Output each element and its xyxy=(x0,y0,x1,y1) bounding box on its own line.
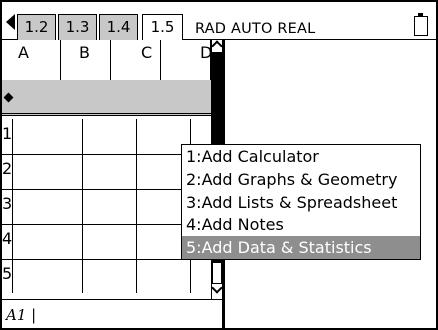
battery-icon xyxy=(414,13,428,36)
column-header-b[interactable]: B xyxy=(61,40,111,80)
column-header-row: A B C D xyxy=(2,40,222,80)
tab-scroll-left-icon[interactable] xyxy=(6,14,15,30)
grid-line xyxy=(12,119,13,293)
column-header-d[interactable]: D xyxy=(161,40,211,80)
menu-item-add-calculator[interactable]: 1:Add Calculator xyxy=(182,145,420,168)
column-header-c[interactable]: C xyxy=(111,40,161,80)
tab-1-3[interactable]: 1.3 xyxy=(58,14,97,40)
add-app-menu: 1:Add Calculator 2:Add Graphs & Geometry… xyxy=(181,144,421,260)
grid-line xyxy=(136,119,137,293)
scroll-track[interactable] xyxy=(212,262,222,284)
tab-bar: 1.2 1.3 1.4 1.5 RAD AUTO REAL xyxy=(2,2,436,41)
menu-item-add-graphs-geometry[interactable]: 2:Add Graphs & Geometry xyxy=(182,168,420,191)
scroll-down-icon[interactable] xyxy=(211,282,223,294)
menu-item-add-notes[interactable]: 4:Add Notes xyxy=(182,213,420,236)
column-header-a[interactable]: A xyxy=(12,40,61,80)
diamond-icon xyxy=(3,92,14,103)
tab-1-4[interactable]: 1.4 xyxy=(99,14,138,40)
row-number-2[interactable]: 2 xyxy=(2,159,12,179)
cell-entry-line[interactable]: A1 | xyxy=(2,299,222,328)
calculator-screen: 1.2 1.3 1.4 1.5 RAD AUTO REAL A B C D 1 … xyxy=(0,0,438,330)
row-number-3[interactable]: 3 xyxy=(2,194,12,214)
grid-line xyxy=(82,119,83,293)
formula-row[interactable] xyxy=(2,80,212,116)
tab-1-5[interactable]: 1.5 xyxy=(142,14,183,41)
menu-item-add-lists-spreadsheet[interactable]: 3:Add Lists & Spreadsheet xyxy=(182,191,420,214)
document-settings-status: RAD AUTO REAL xyxy=(195,21,316,37)
tab-1-2[interactable]: 1.2 xyxy=(17,14,56,40)
menu-item-add-data-statistics[interactable]: 5:Add Data & Statistics xyxy=(182,236,420,259)
scroll-up-icon[interactable] xyxy=(211,40,223,52)
row-number-1[interactable]: 1 xyxy=(2,124,12,144)
row-number-4[interactable]: 4 xyxy=(2,229,12,249)
row-number-5[interactable]: 5 xyxy=(2,264,12,284)
